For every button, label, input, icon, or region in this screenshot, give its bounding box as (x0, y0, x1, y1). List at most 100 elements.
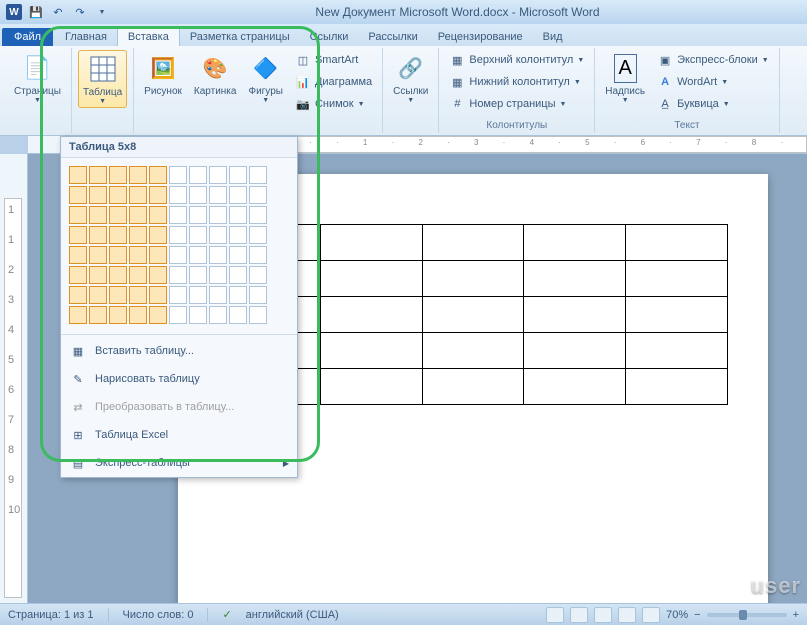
grid-cell[interactable] (189, 206, 207, 224)
undo-button[interactable]: ↶ (48, 2, 68, 22)
grid-cell[interactable] (229, 306, 247, 324)
grid-cell[interactable] (149, 166, 167, 184)
table-cell[interactable] (422, 225, 524, 261)
grid-cell[interactable] (69, 266, 87, 284)
tab-insert[interactable]: Вставка (117, 27, 180, 46)
grid-cell[interactable] (69, 186, 87, 204)
grid-cell[interactable] (189, 266, 207, 284)
grid-cell[interactable] (169, 286, 187, 304)
grid-cell[interactable] (89, 186, 107, 204)
table-cell[interactable] (422, 333, 524, 369)
grid-cell[interactable] (149, 206, 167, 224)
dropcap-button[interactable]: A̲Буквица ▼ (653, 94, 773, 114)
shapes-button[interactable]: 🔷 Фигуры ▼ (244, 50, 286, 106)
wordart-button[interactable]: AWordArt ▼ (653, 72, 773, 92)
grid-cell[interactable] (89, 206, 107, 224)
quickparts-button[interactable]: ▣Экспресс-блоки ▼ (653, 50, 773, 70)
grid-cell[interactable] (109, 266, 127, 284)
table-cell[interactable] (626, 261, 728, 297)
smartart-button[interactable]: ◫SmartArt (291, 50, 376, 70)
grid-cell[interactable] (169, 166, 187, 184)
status-language[interactable]: английский (США) (246, 609, 339, 621)
tab-review[interactable]: Рецензирование (428, 28, 533, 46)
grid-cell[interactable] (69, 286, 87, 304)
zoom-level[interactable]: 70% (666, 609, 688, 621)
grid-cell[interactable] (209, 206, 227, 224)
pagenum-button[interactable]: #Номер страницы ▼ (445, 94, 588, 114)
grid-cell[interactable] (249, 226, 267, 244)
app-logo[interactable]: W (4, 2, 24, 22)
grid-cell[interactable] (89, 166, 107, 184)
grid-cell[interactable] (149, 266, 167, 284)
grid-cell[interactable] (249, 306, 267, 324)
chart-button[interactable]: 📊Диаграмма (291, 72, 376, 92)
grid-cell[interactable] (209, 246, 227, 264)
grid-cell[interactable] (169, 266, 187, 284)
grid-cell[interactable] (169, 306, 187, 324)
grid-cell[interactable] (109, 306, 127, 324)
menu-excel[interactable]: ⊞Таблица Excel (61, 421, 297, 449)
grid-cell[interactable] (149, 306, 167, 324)
tab-file[interactable]: Файл (2, 28, 53, 46)
table-cell[interactable] (524, 261, 626, 297)
grid-cell[interactable] (229, 266, 247, 284)
menu-insert[interactable]: ▦Вставить таблицу... (61, 337, 297, 365)
proofing-icon[interactable]: ✓ (222, 608, 231, 621)
view-fullscreen[interactable] (570, 607, 588, 623)
grid-cell[interactable] (189, 306, 207, 324)
table-cell[interactable] (626, 297, 728, 333)
grid-cell[interactable] (89, 306, 107, 324)
grid-cell[interactable] (129, 246, 147, 264)
tab-view[interactable]: Вид (533, 28, 573, 46)
grid-cell[interactable] (129, 226, 147, 244)
pages-button[interactable]: 📄 Страницы ▼ (10, 50, 65, 106)
grid-cell[interactable] (249, 206, 267, 224)
grid-cell[interactable] (109, 206, 127, 224)
table-cell[interactable] (320, 225, 422, 261)
clipart-button[interactable]: 🎨 Картинка (190, 50, 241, 99)
status-words[interactable]: Число слов: 0 (123, 609, 194, 621)
tab-home[interactable]: Главная (55, 28, 117, 46)
status-page[interactable]: Страница: 1 из 1 (8, 609, 94, 621)
grid-cell[interactable] (209, 186, 227, 204)
grid-cell[interactable] (249, 286, 267, 304)
tab-layout[interactable]: Разметка страницы (180, 28, 300, 46)
grid-cell[interactable] (169, 186, 187, 204)
grid-cell[interactable] (209, 306, 227, 324)
grid-cell[interactable] (249, 186, 267, 204)
grid-cell[interactable] (129, 286, 147, 304)
grid-cell[interactable] (69, 226, 87, 244)
redo-button[interactable]: ↷ (70, 2, 90, 22)
grid-cell[interactable] (209, 286, 227, 304)
grid-cell[interactable] (109, 286, 127, 304)
grid-cell[interactable] (229, 166, 247, 184)
grid-cell[interactable] (89, 246, 107, 264)
grid-cell[interactable] (169, 226, 187, 244)
grid-cell[interactable] (249, 166, 267, 184)
grid-cell[interactable] (69, 306, 87, 324)
grid-cell[interactable] (229, 246, 247, 264)
table-cell[interactable] (626, 225, 728, 261)
grid-cell[interactable] (89, 286, 107, 304)
grid-cell[interactable] (109, 166, 127, 184)
table-cell[interactable] (320, 333, 422, 369)
grid-cell[interactable] (109, 186, 127, 204)
table-cell[interactable] (626, 333, 728, 369)
header-button[interactable]: ▦Верхний колонтитул ▼ (445, 50, 588, 70)
grid-cell[interactable] (229, 186, 247, 204)
grid-cell[interactable] (209, 266, 227, 284)
view-web[interactable] (594, 607, 612, 623)
qat-customize[interactable]: ▼ (92, 2, 112, 22)
grid-cell[interactable] (189, 166, 207, 184)
grid-cell[interactable] (89, 226, 107, 244)
grid-cell[interactable] (129, 306, 147, 324)
grid-cell[interactable] (209, 226, 227, 244)
table-button[interactable]: Таблица ▼ (78, 50, 127, 108)
grid-cell[interactable] (149, 226, 167, 244)
grid-cell[interactable] (189, 286, 207, 304)
view-draft[interactable] (642, 607, 660, 623)
menu-quick[interactable]: ▤Экспресс-таблицы▶ (61, 449, 297, 477)
picture-button[interactable]: 🖼️ Рисунок (140, 50, 186, 99)
table-cell[interactable] (524, 225, 626, 261)
table-cell[interactable] (524, 369, 626, 405)
